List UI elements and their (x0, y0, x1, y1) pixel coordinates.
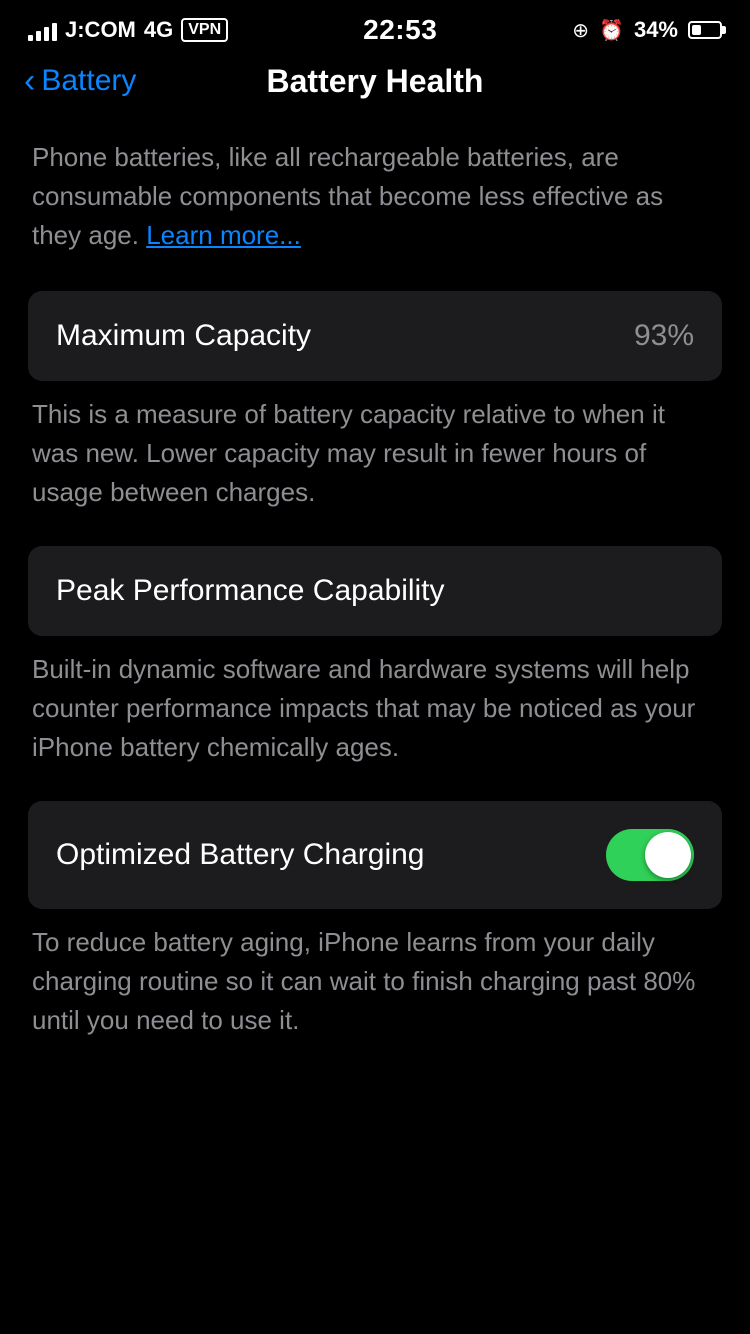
max-capacity-label: Maximum Capacity (56, 319, 311, 353)
max-capacity-card: Maximum Capacity 93% (28, 291, 722, 381)
optimized-charging-label: Optimized Battery Charging (56, 838, 425, 872)
signal-bar-3 (44, 27, 49, 41)
status-left: J:COM 4G VPN (28, 17, 228, 43)
signal-bar-1 (28, 35, 33, 41)
back-button[interactable]: ‹ Battery (24, 64, 136, 98)
battery-percent-label: 34% (634, 17, 678, 43)
intro-text: Phone batteries, like all rechargeable b… (32, 142, 663, 250)
time-label: 22:53 (363, 14, 437, 46)
alarm-icon: ⏰ (599, 18, 624, 43)
peak-performance-row: Peak Performance Capability (56, 574, 694, 608)
peak-performance-description: Built-in dynamic software and hardware s… (28, 650, 722, 767)
carrier-label: J:COM (65, 17, 136, 43)
signal-bar-4 (52, 23, 57, 41)
max-capacity-value: 93% (634, 319, 694, 353)
optimized-charging-row: Optimized Battery Charging (56, 829, 694, 881)
learn-more-link[interactable]: Learn more... (146, 220, 301, 250)
page-title: Battery Health (267, 63, 484, 100)
signal-bar-2 (36, 31, 41, 41)
optimized-charging-description: To reduce battery aging, iPhone learns f… (28, 923, 722, 1040)
battery-body (688, 21, 722, 39)
lock-icon: ⊕ (572, 18, 589, 43)
max-capacity-description: This is a measure of battery capacity re… (28, 395, 722, 512)
vpn-badge: VPN (181, 18, 228, 42)
max-capacity-row: Maximum Capacity 93% (56, 319, 694, 353)
back-chevron-icon: ‹ (24, 64, 35, 98)
main-content: Phone batteries, like all rechargeable b… (0, 118, 750, 1080)
status-bar: J:COM 4G VPN 22:53 ⊕ ⏰ 34% (0, 0, 750, 54)
toggle-thumb (645, 832, 691, 878)
status-right: ⊕ ⏰ 34% (572, 17, 722, 43)
optimized-charging-toggle[interactable] (606, 829, 694, 881)
back-label: Battery (41, 64, 136, 98)
battery-icon (688, 21, 722, 39)
peak-performance-label: Peak Performance Capability (56, 574, 445, 608)
battery-fill (692, 25, 701, 35)
network-label: 4G (144, 17, 173, 43)
optimized-charging-card: Optimized Battery Charging (28, 801, 722, 909)
nav-header: ‹ Battery Battery Health (0, 54, 750, 118)
signal-bars-icon (28, 19, 57, 41)
intro-paragraph: Phone batteries, like all rechargeable b… (28, 138, 722, 255)
peak-performance-card: Peak Performance Capability (28, 546, 722, 636)
